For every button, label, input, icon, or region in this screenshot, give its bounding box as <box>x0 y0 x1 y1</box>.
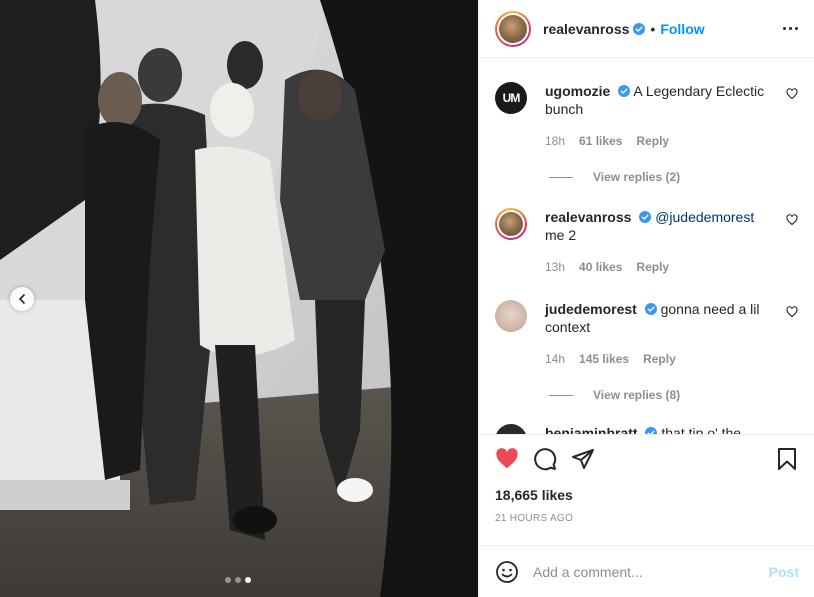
post-timestamp[interactable]: 21 HOURS AGO <box>495 513 798 524</box>
follow-button[interactable]: Follow <box>660 21 704 37</box>
reply-button[interactable]: Reply <box>636 258 669 276</box>
more-options-icon[interactable] <box>783 27 798 30</box>
verified-badge-icon <box>639 211 652 223</box>
carousel-dot-active <box>245 577 251 583</box>
carousel-prev-button[interactable] <box>10 287 34 311</box>
comment-likes[interactable]: 61 likes <box>579 132 622 150</box>
comment-username[interactable]: benjaminbratt <box>545 425 638 434</box>
heart-icon <box>496 448 518 469</box>
comment-text: me 2 <box>545 227 577 243</box>
comment-item: judedemorest gonna need a lil context 14… <box>495 276 798 368</box>
verified-badge-icon <box>633 22 646 35</box>
post-header: realevanross • Follow <box>479 0 814 58</box>
comment-username[interactable]: realevanross <box>545 209 631 225</box>
comment-item: benjaminbratt that tip o' the <box>495 402 798 434</box>
like-button[interactable] <box>495 447 519 471</box>
post-actions: 18,665 likes 21 HOURS AGO <box>479 434 814 524</box>
comment-avatar[interactable] <box>495 424 527 434</box>
heart-icon[interactable] <box>786 306 798 318</box>
heart-icon[interactable] <box>786 214 798 226</box>
post-comment-button[interactable]: Post <box>769 564 799 580</box>
carousel-dot <box>235 577 241 583</box>
author-username[interactable]: realevanross <box>543 21 629 37</box>
post-side-panel: realevanross • Follow UM ugomozie A Lege… <box>478 0 814 597</box>
comment-button[interactable] <box>533 447 557 471</box>
comment-avatar[interactable]: UM <box>495 82 527 114</box>
reply-button[interactable]: Reply <box>636 132 669 150</box>
likes-count[interactable]: 18,665 likes <box>495 487 798 503</box>
chevron-left-icon <box>19 294 25 304</box>
author-avatar[interactable] <box>495 10 531 47</box>
reply-button[interactable]: Reply <box>643 350 676 368</box>
verified-badge-icon <box>644 303 657 315</box>
comment-text: that tip o' the <box>661 425 742 434</box>
verified-badge-icon <box>645 427 658 434</box>
share-button[interactable] <box>571 447 595 471</box>
comment-input[interactable] <box>533 563 769 580</box>
comment-avatar[interactable] <box>495 300 527 332</box>
view-replies-button[interactable]: View replies (2) <box>549 170 798 184</box>
carousel-dot <box>225 577 231 583</box>
comment-username[interactable]: ugomozie <box>545 83 610 99</box>
comment-likes[interactable]: 145 likes <box>579 350 629 368</box>
comment-avatar[interactable] <box>495 208 527 240</box>
view-replies-label: View replies (2) <box>593 170 681 184</box>
comment-icon <box>534 448 557 471</box>
comment-username[interactable]: judedemorest <box>545 301 637 317</box>
comments-list[interactable]: UM ugomozie A Legendary Eclectic bunch 1… <box>479 58 814 434</box>
comment-likes[interactable]: 40 likes <box>579 258 622 276</box>
comment-time[interactable]: 13h <box>545 258 565 276</box>
heart-icon[interactable] <box>786 88 798 100</box>
emoji-button[interactable] <box>495 560 519 584</box>
comment-time[interactable]: 18h <box>545 132 565 150</box>
view-replies-button[interactable]: View replies (8) <box>549 388 798 402</box>
header-separator: • <box>650 20 656 37</box>
comment-time[interactable]: 14h <box>545 350 565 368</box>
bookmark-icon <box>778 448 796 470</box>
view-replies-label: View replies (8) <box>593 388 681 402</box>
carousel-indicator <box>225 577 251 583</box>
share-icon <box>572 449 594 469</box>
emoji-icon <box>496 560 518 583</box>
save-button[interactable] <box>776 447 798 471</box>
comment-mention[interactable]: @judedemorest <box>655 209 754 225</box>
post-photo[interactable] <box>0 0 478 597</box>
verified-badge-icon <box>618 85 631 97</box>
comment-item: realevanross @judedemorest me 2 13h 40 l… <box>495 184 798 276</box>
post-photo-image <box>0 0 478 597</box>
comment-item: UM ugomozie A Legendary Eclectic bunch 1… <box>495 58 798 150</box>
comment-composer: Post <box>479 545 814 597</box>
